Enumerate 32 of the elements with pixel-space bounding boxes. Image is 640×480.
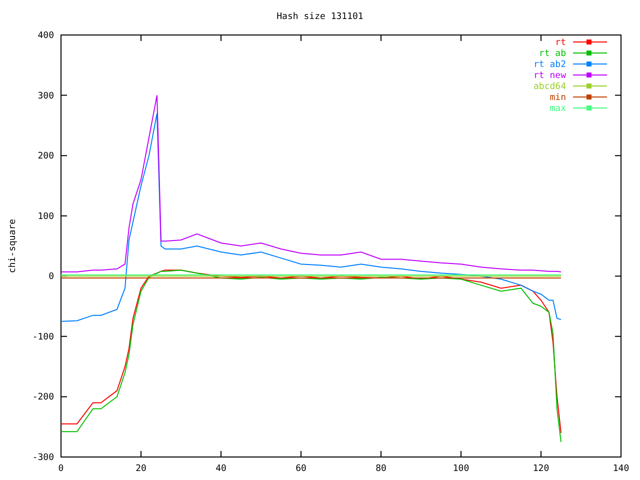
y-tick-label: 200 [38,152,54,162]
legend-label: max [550,104,566,114]
chart-title: Hash size 131101 [276,12,364,22]
legend-label: min [550,93,566,103]
legend-label: rt new [533,71,566,81]
legend-swatch [572,84,608,88]
y-tick-label: 0 [48,272,54,282]
legend-swatch [572,40,608,44]
legend-swatch [572,72,608,78]
x-tick-label: 80 [376,464,386,474]
x-tick-label: 140 [612,464,630,474]
legend-label: rt ab [538,49,566,59]
legend-label: rt ab2 [533,60,566,70]
y-tick-label: -100 [32,332,54,342]
x-tick-label: 120 [532,464,550,474]
x-tick-label: 40 [216,464,226,474]
x-tick-label: 0 [58,464,64,474]
legend-label: abcd64 [533,82,566,92]
y-tick-label: 100 [38,212,54,222]
legend-swatch [572,106,608,110]
x-tick-label: 20 [136,464,146,474]
legend-swatch [572,94,608,100]
y-tick-label: 300 [38,91,54,102]
x-tick-label: 60 [296,464,306,474]
y-axis-label: chi-square [8,218,18,274]
legend-label: rt [555,38,566,48]
legend-swatch [572,50,608,56]
legend-swatch [572,62,608,66]
y-tick-label: 400 [38,31,54,41]
y-tick-label: -200 [32,392,54,403]
y-tick-label: -300 [32,453,54,463]
x-tick-label: 100 [452,464,470,474]
